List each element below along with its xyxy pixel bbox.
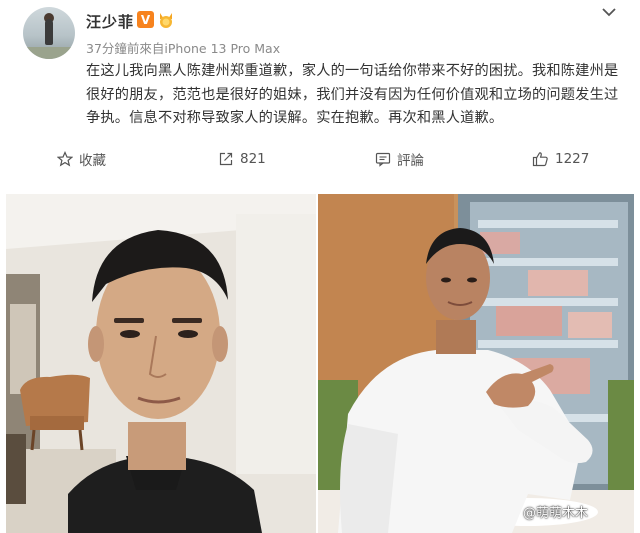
- chevron-down-icon[interactable]: [600, 4, 618, 20]
- watermark: @萌萌木木: [523, 506, 589, 521]
- username[interactable]: 汪少菲: [86, 11, 134, 32]
- post-text: 在这儿我向黑人陈建州郑重道歉，家人的一句话给你带来不好的困扰。我和陈建州是很好的…: [86, 63, 619, 126]
- repost-count: 821: [240, 151, 266, 167]
- thumbs-up-icon: [532, 152, 548, 167]
- repost-button[interactable]: 821: [218, 148, 266, 170]
- avatar-figure-body: [45, 19, 53, 45]
- photo-right-image: [318, 194, 634, 533]
- post-meta: 37分鐘前來自iPhone 13 Pro Max: [86, 41, 281, 56]
- like-button[interactable]: 1227: [532, 148, 589, 170]
- like-count: 1227: [555, 151, 590, 167]
- favorite-button[interactable]: 收藏: [57, 148, 106, 170]
- comment-button[interactable]: 評論: [375, 148, 424, 170]
- photo-left[interactable]: [6, 194, 316, 533]
- member-medal-icon: [160, 13, 172, 28]
- comment-label: 評論: [397, 153, 424, 169]
- share-arrow-icon: [219, 152, 233, 166]
- star-icon: [57, 151, 73, 167]
- verified-badge-icon: V: [137, 11, 154, 28]
- comment-bubble-icon: [375, 152, 391, 167]
- photo-left-image: [6, 194, 316, 533]
- favorite-label: 收藏: [79, 153, 106, 169]
- avatar[interactable]: [23, 7, 75, 59]
- avatar-ground: [23, 47, 75, 59]
- photo-right[interactable]: [318, 194, 634, 533]
